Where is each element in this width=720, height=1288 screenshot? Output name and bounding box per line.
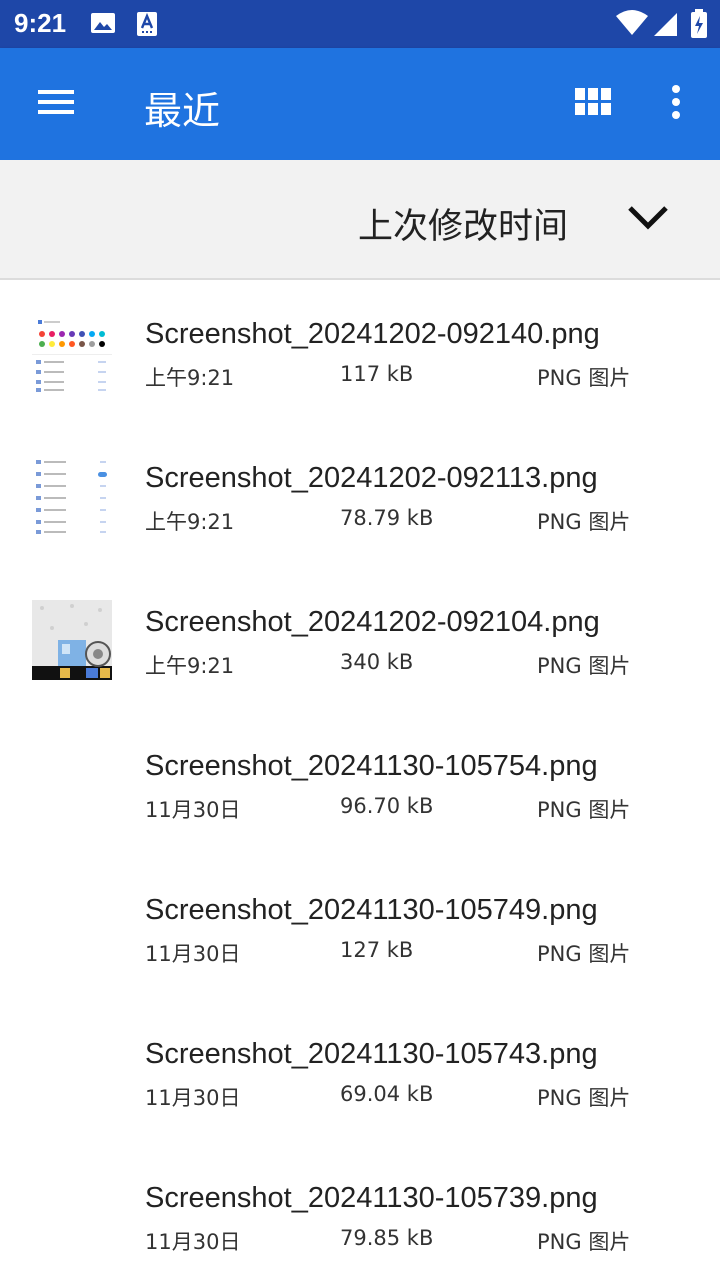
file-list-item[interactable]: Screenshot_20241130-105743.png 11月30日 69… [0,1000,720,1144]
file-type: PNG 图片 [537,510,631,534]
file-list: Screenshot_20241202-092140.png 上午9:21 11… [0,280,720,1288]
chevron-down-icon[interactable] [626,202,670,236]
grid-view-button[interactable] [569,80,617,128]
more-vert-icon [670,84,682,124]
app-bar: 最近 [0,48,720,160]
file-name: Screenshot_20241130-105739.png [145,1182,598,1214]
file-size: 127 kB [340,938,414,962]
file-type: PNG 图片 [537,654,631,678]
grid-view-icon [575,88,611,120]
file-thumbnail [32,600,112,680]
file-date: 上午9:21 [145,510,235,534]
text-recognition-icon [136,11,158,41]
wifi-icon [615,10,649,40]
sort-bar[interactable]: 上次修改时间 [0,160,720,280]
file-list-item[interactable]: Screenshot_20241130-105739.png 11月30日 79… [0,1144,720,1288]
file-type: PNG 图片 [537,798,631,822]
sort-label[interactable]: 上次修改时间 [358,198,568,249]
file-date: 11月30日 [145,798,241,822]
file-name: Screenshot_20241202-092104.png [145,606,600,638]
file-thumbnail [32,312,112,392]
status-bar: 9:21 [0,0,720,48]
file-name: Screenshot_20241202-092113.png [145,462,598,494]
file-type: PNG 图片 [537,366,631,390]
file-date: 11月30日 [145,1086,241,1110]
status-time: 9:21 [14,8,67,38]
file-size: 117 kB [340,362,414,386]
file-size: 78.79 kB [340,506,434,530]
file-date: 11月30日 [145,942,241,966]
page-title: 最近 [144,89,221,133]
file-name: Screenshot_20241130-105749.png [145,894,598,926]
file-thumbnail [32,456,112,536]
file-size: 340 kB [340,650,414,674]
image-icon [90,11,116,39]
file-name: Screenshot_20241202-092140.png [145,318,600,350]
file-type: PNG 图片 [537,1230,631,1254]
file-list-item[interactable]: Screenshot_20241202-092140.png 上午9:21 11… [0,280,720,424]
file-type: PNG 图片 [537,1086,631,1110]
file-name: Screenshot_20241130-105754.png [145,750,598,782]
file-date: 11月30日 [145,1230,241,1254]
battery-charging-icon [690,9,708,43]
file-name: Screenshot_20241130-105743.png [145,1038,598,1070]
file-list-item[interactable]: Screenshot_20241202-092113.png 上午9:21 78… [0,424,720,568]
file-size: 69.04 kB [340,1082,434,1106]
file-size: 79.85 kB [340,1226,434,1250]
file-size: 96.70 kB [340,794,434,818]
file-list-item[interactable]: Screenshot_20241130-105754.png 11月30日 96… [0,712,720,856]
file-date: 上午9:21 [145,366,235,390]
menu-button[interactable] [32,80,80,128]
more-options-button[interactable] [652,80,700,128]
signal-icon [652,11,678,41]
menu-icon [36,87,76,121]
file-type: PNG 图片 [537,942,631,966]
file-date: 上午9:21 [145,654,235,678]
file-list-item[interactable]: Screenshot_20241202-092104.png 上午9:21 34… [0,568,720,712]
file-list-item[interactable]: Screenshot_20241130-105749.png 11月30日 12… [0,856,720,1000]
